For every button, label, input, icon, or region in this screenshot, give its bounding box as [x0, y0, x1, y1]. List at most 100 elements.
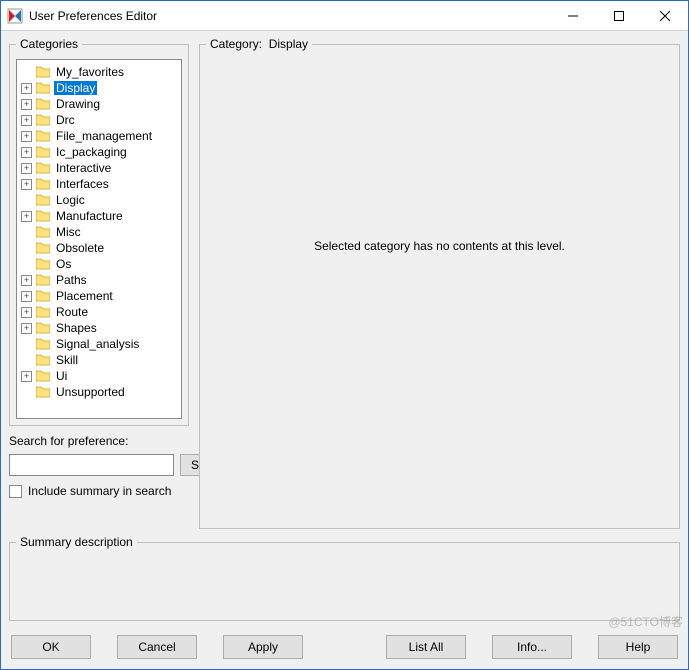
cancel-button[interactable]: Cancel: [117, 635, 197, 659]
list-all-button[interactable]: List All: [386, 635, 466, 659]
tree-item-label: Drc: [54, 113, 77, 127]
tree-item-ui[interactable]: + Ui: [19, 368, 179, 384]
tree-item-label: My_favorites: [54, 65, 126, 79]
tree-item-label: Shapes: [54, 321, 99, 335]
tree-item-label: Interactive: [54, 161, 113, 175]
folder-icon: [36, 242, 50, 254]
tree-item-drawing[interactable]: + Drawing: [19, 96, 179, 112]
folder-icon: [36, 306, 50, 318]
minimize-button[interactable]: [550, 1, 596, 31]
folder-icon: [36, 210, 50, 222]
tree-item-drc[interactable]: + Drc: [19, 112, 179, 128]
tree-item-label: File_management: [54, 129, 154, 143]
tree-item-label: Os: [54, 257, 73, 271]
tree-item-file_management[interactable]: + File_management: [19, 128, 179, 144]
tree-item-label: Manufacture: [54, 209, 125, 223]
expand-icon[interactable]: +: [21, 99, 32, 110]
app-icon: [7, 8, 23, 24]
ok-button[interactable]: OK: [11, 635, 91, 659]
folder-icon: [36, 370, 50, 382]
folder-icon: [36, 194, 50, 206]
tree-item-shapes[interactable]: + Shapes: [19, 320, 179, 336]
categories-groupbox: Categories My_favorites+Display+Drawing+…: [9, 37, 189, 426]
tree-item-my_favorites[interactable]: My_favorites: [19, 64, 179, 80]
expand-icon[interactable]: +: [21, 211, 32, 222]
folder-icon: [36, 114, 50, 126]
tree-item-paths[interactable]: + Paths: [19, 272, 179, 288]
include-summary-label: Include summary in search: [28, 484, 171, 498]
tree-spacer: [21, 387, 32, 398]
titlebar: User Preferences Editor: [1, 1, 688, 31]
tree-item-label: Misc: [54, 225, 83, 239]
tree-item-label: Interfaces: [54, 177, 111, 191]
tree-item-interfaces[interactable]: + Interfaces: [19, 176, 179, 192]
folder-icon: [36, 258, 50, 270]
include-summary-checkbox[interactable]: [9, 485, 22, 498]
tree-spacer: [21, 195, 32, 206]
categories-tree[interactable]: My_favorites + Display + Drawing + Drc + File_ma…: [16, 59, 182, 419]
tree-item-label: Paths: [54, 273, 89, 287]
folder-icon: [36, 338, 50, 350]
tree-item-ic_packaging[interactable]: + Ic_packaging: [19, 144, 179, 160]
search-input[interactable]: [9, 454, 174, 476]
folder-icon: [36, 162, 50, 174]
window-title: User Preferences Editor: [29, 9, 550, 23]
tree-item-skill[interactable]: Skill: [19, 352, 179, 368]
search-label: Search for preference:: [9, 434, 189, 448]
folder-icon: [36, 98, 50, 110]
tree-item-unsupported[interactable]: Unsupported: [19, 384, 179, 400]
tree-spacer: [21, 259, 32, 270]
tree-item-display[interactable]: + Display: [19, 80, 179, 96]
tree-item-logic[interactable]: Logic: [19, 192, 179, 208]
tree-item-label: Obsolete: [54, 241, 106, 255]
folder-icon: [36, 66, 50, 78]
tree-item-os[interactable]: Os: [19, 256, 179, 272]
tree-item-signal_analysis[interactable]: Signal_analysis: [19, 336, 179, 352]
tree-item-manufacture[interactable]: + Manufacture: [19, 208, 179, 224]
close-button[interactable]: [642, 1, 688, 31]
tree-item-label: Skill: [54, 353, 80, 367]
folder-icon: [36, 226, 50, 238]
category-body: Selected category has no contents at thi…: [206, 59, 673, 522]
help-button[interactable]: Help: [598, 635, 678, 659]
summary-label: Summary description: [16, 535, 137, 549]
tree-spacer: [21, 339, 32, 350]
tree-item-obsolete[interactable]: Obsolete: [19, 240, 179, 256]
tree-item-interactive[interactable]: + Interactive: [19, 160, 179, 176]
maximize-button[interactable]: [596, 1, 642, 31]
expand-icon[interactable]: +: [21, 275, 32, 286]
folder-icon: [36, 386, 50, 398]
expand-icon[interactable]: +: [21, 131, 32, 142]
tree-item-label: Ic_packaging: [54, 145, 129, 159]
tree-item-route[interactable]: +Route: [19, 304, 179, 320]
apply-button[interactable]: Apply: [223, 635, 303, 659]
folder-icon: [36, 354, 50, 366]
expand-icon[interactable]: +: [21, 83, 32, 94]
expand-icon[interactable]: +: [21, 163, 32, 174]
tree-item-label: Signal_analysis: [54, 337, 141, 351]
categories-label: Categories: [16, 37, 82, 51]
tree-spacer: [21, 227, 32, 238]
tree-spacer: [21, 243, 32, 254]
folder-icon: [36, 178, 50, 190]
expand-icon[interactable]: +: [21, 323, 32, 334]
expand-icon[interactable]: +: [21, 291, 32, 302]
empty-message: Selected category has no contents at thi…: [314, 239, 565, 253]
expand-icon[interactable]: +: [21, 115, 32, 126]
tree-item-label: Ui: [54, 369, 69, 383]
expand-icon[interactable]: +: [21, 371, 32, 382]
tree-item-label: Display: [54, 81, 97, 95]
info-button[interactable]: Info...: [492, 635, 572, 659]
expand-icon[interactable]: +: [21, 179, 32, 190]
tree-item-label: Drawing: [54, 97, 102, 111]
tree-spacer: [21, 355, 32, 366]
tree-spacer: [21, 67, 32, 78]
tree-item-misc[interactable]: Misc: [19, 224, 179, 240]
tree-item-placement[interactable]: + Placement: [19, 288, 179, 304]
summary-groupbox: Summary description: [9, 535, 680, 621]
expand-icon[interactable]: +: [21, 147, 32, 158]
folder-icon: [36, 322, 50, 334]
tree-item-label: Unsupported: [54, 385, 127, 399]
expand-icon[interactable]: +: [21, 307, 32, 318]
tree-item-label: Placement: [54, 289, 115, 303]
